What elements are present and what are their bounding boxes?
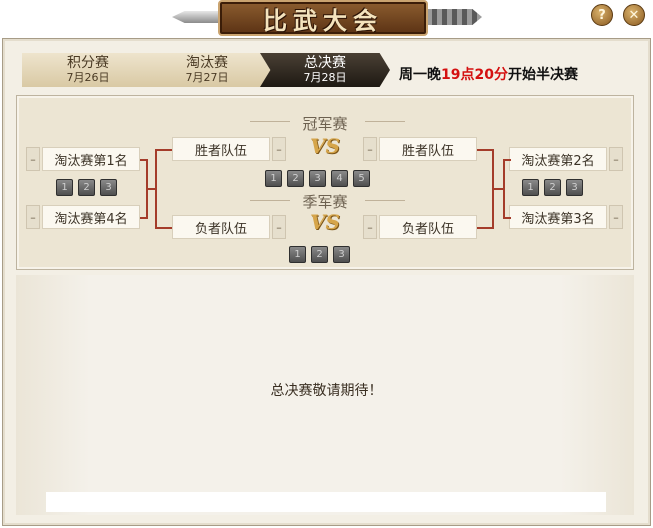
bracket-line (155, 149, 157, 229)
ornament-line (365, 121, 405, 122)
team-name: 负者队伍 (379, 215, 477, 239)
slot-left-bottom[interactable]: – 淘汰赛第4名 (26, 205, 142, 229)
bracket-line (155, 227, 172, 229)
page-title: 比武大会 (263, 5, 383, 35)
game-button[interactable]: 3 (566, 179, 583, 196)
tab-date: 7月28日 (303, 71, 347, 84)
game-button[interactable]: 3 (309, 170, 326, 187)
help-icon: ? (598, 7, 606, 23)
semi-right-games: 1 2 3 (522, 179, 583, 196)
game-button[interactable]: 3 (100, 179, 117, 196)
bracket-line (494, 188, 505, 190)
tab-points-match[interactable]: 积分赛 7月26日 (22, 53, 154, 87)
slot-final-right[interactable]: – 胜者队伍 (363, 137, 479, 161)
slot-dash: – (609, 147, 623, 171)
game-button[interactable]: 2 (287, 170, 304, 187)
ornament-line (250, 200, 290, 201)
game-button[interactable]: 1 (522, 179, 539, 196)
team-name: 淘汰赛第2名 (509, 147, 607, 171)
team-name: 淘汰赛第3名 (509, 205, 607, 229)
game-button[interactable]: 1 (289, 246, 306, 263)
team-name: 淘汰赛第1名 (42, 147, 140, 171)
slot-dash: – (26, 147, 40, 171)
notice-time: 19点20分 (441, 67, 508, 83)
notice-suffix: 开始半决赛 (507, 67, 578, 83)
team-name: 胜者队伍 (172, 137, 270, 161)
ornament-line (250, 121, 290, 122)
tab-label: 积分赛 (67, 55, 109, 71)
third-place-title: 季军赛 (302, 193, 348, 211)
title-banner: 比武大会 (172, 0, 482, 36)
final-games: 1 2 3 4 5 (265, 170, 370, 187)
game-button[interactable]: 5 (353, 170, 370, 187)
title-plate: 比武大会 (218, 0, 428, 36)
bracket-line (477, 149, 494, 151)
team-name: 淘汰赛第4名 (42, 205, 140, 229)
finals-message: 总决赛敬请期待！ (270, 383, 383, 399)
tab-label: 淘汰赛 (186, 55, 228, 71)
tab-elimination[interactable]: 淘汰赛 7月27日 (142, 53, 272, 87)
game-button[interactable]: 2 (78, 179, 95, 196)
tab-date: 7月27日 (185, 71, 229, 84)
team-name: 胜者队伍 (379, 137, 477, 161)
game-button[interactable]: 4 (331, 170, 348, 187)
bracket-line (155, 149, 172, 151)
schedule-notice: 周一晚19点20分开始半决赛 (399, 64, 578, 84)
slot-final-left[interactable]: 胜者队伍 – (172, 137, 286, 161)
slot-dash: – (272, 137, 286, 161)
game-button[interactable]: 2 (311, 246, 328, 263)
close-icon: ✕ (628, 7, 640, 23)
slot-third-left[interactable]: 负者队伍 – (172, 215, 286, 239)
vs-icon: VS (310, 210, 340, 234)
bracket-line (477, 227, 494, 229)
vs-icon: VS (310, 134, 340, 158)
slot-right-top[interactable]: 淘汰赛第2名 – (509, 147, 623, 171)
slot-dash: – (26, 205, 40, 229)
slot-dash: – (363, 215, 377, 239)
final-title: 冠军赛 (302, 115, 348, 133)
slot-dash: – (609, 205, 623, 229)
tab-finals[interactable]: 总决赛 7月28日 (260, 53, 390, 87)
semi-left-games: 1 2 3 (56, 179, 117, 196)
game-button[interactable]: 1 (265, 170, 282, 187)
bottom-strip (46, 492, 606, 512)
slot-third-right[interactable]: – 负者队伍 (363, 215, 479, 239)
bracket-line (492, 149, 494, 229)
help-button[interactable]: ? (591, 4, 613, 26)
ornament-line (365, 200, 405, 201)
slot-dash: – (272, 215, 286, 239)
team-name: 负者队伍 (172, 215, 270, 239)
game-button[interactable]: 2 (544, 179, 561, 196)
tab-date: 7月26日 (66, 71, 110, 84)
slot-left-top[interactable]: – 淘汰赛第1名 (26, 147, 142, 171)
slot-dash: – (363, 137, 377, 161)
game-button[interactable]: 3 (333, 246, 350, 263)
third-games: 1 2 3 (289, 246, 350, 263)
game-button[interactable]: 1 (56, 179, 73, 196)
close-button[interactable]: ✕ (623, 4, 645, 26)
slot-right-bottom[interactable]: 淘汰赛第3名 – (509, 205, 623, 229)
notice-prefix: 周一晚 (399, 67, 441, 83)
tab-label: 总决赛 (304, 55, 346, 71)
